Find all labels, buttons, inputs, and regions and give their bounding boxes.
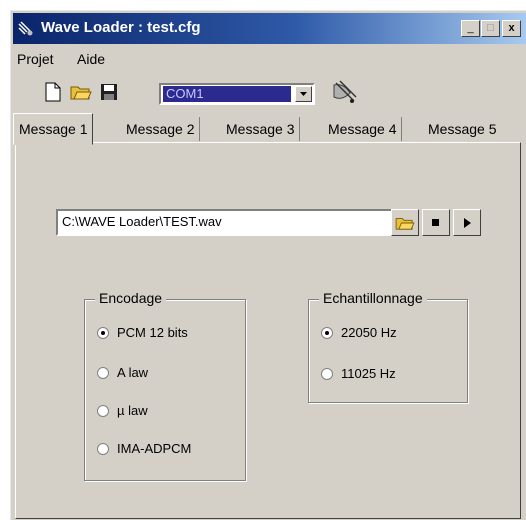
radio-empty-icon bbox=[97, 442, 109, 455]
app-window: Wave Loader : test.cfg _ □ x Projet Aide… bbox=[10, 10, 526, 520]
play-icon bbox=[464, 217, 471, 228]
radio-empty-icon bbox=[97, 404, 109, 417]
radio-label: 11025 Hz bbox=[341, 366, 396, 381]
minimize-button[interactable]: _ bbox=[461, 20, 480, 37]
title-bar[interactable]: Wave Loader : test.cfg _ □ x bbox=[13, 13, 526, 44]
encodage-label: Encodage bbox=[95, 290, 167, 306]
browse-file-button[interactable] bbox=[391, 209, 419, 236]
open-button[interactable] bbox=[69, 80, 93, 104]
stop-icon bbox=[432, 218, 439, 226]
file-path-field[interactable]: C:\WAVE Loader\TEST.wav bbox=[56, 209, 394, 236]
radio-ima-adpcm[interactable]: IMA-ADPCM bbox=[97, 441, 191, 456]
tab-message-2[interactable]: Message 2 bbox=[121, 117, 201, 141]
menu-aide[interactable]: Aide bbox=[77, 51, 105, 67]
toolbar: COM1 bbox=[13, 75, 526, 111]
radio-pcm-12-bits[interactable]: PCM 12 bits bbox=[97, 325, 188, 340]
radio-label: µ law bbox=[117, 403, 148, 418]
satellite-dish-icon bbox=[333, 80, 357, 103]
tab-panel: C:\WAVE Loader\TEST.wav Encodage PCM 12 … bbox=[15, 142, 521, 519]
radio-11025-hz[interactable]: 11025 Hz bbox=[321, 366, 396, 381]
save-disk-icon bbox=[101, 84, 117, 100]
satellite-dish-icon bbox=[18, 21, 33, 36]
echantillonnage-group: Echantillonnage 22050 Hz 11025 Hz bbox=[308, 290, 468, 403]
play-button[interactable] bbox=[453, 209, 481, 236]
radio-mu-law[interactable]: µ law bbox=[97, 403, 148, 418]
open-folder-icon bbox=[70, 86, 92, 100]
new-file-button[interactable] bbox=[41, 80, 65, 104]
save-button[interactable] bbox=[97, 80, 121, 104]
tab-strip: Message 1 Message 2 Message 3 Message 4 … bbox=[13, 113, 526, 145]
stop-button[interactable] bbox=[422, 209, 450, 236]
encodage-group: Encodage PCM 12 bits A law µ law IMA-ADP… bbox=[84, 290, 246, 481]
port-dropdown-button[interactable] bbox=[295, 86, 312, 102]
radio-label: IMA-ADPCM bbox=[117, 441, 192, 456]
new-file-icon bbox=[45, 82, 61, 102]
menu-projet[interactable]: Projet bbox=[17, 51, 54, 67]
tab-message-3[interactable]: Message 3 bbox=[221, 117, 301, 141]
radio-empty-icon bbox=[97, 366, 109, 379]
radio-22050-hz[interactable]: 22050 Hz bbox=[321, 325, 397, 340]
radio-selected-icon bbox=[321, 326, 333, 339]
chevron-down-icon bbox=[300, 92, 307, 96]
radio-label: A law bbox=[117, 365, 149, 380]
connect-button[interactable] bbox=[329, 80, 359, 104]
close-button[interactable]: x bbox=[502, 20, 521, 37]
maximize-button[interactable]: □ bbox=[481, 20, 500, 37]
radio-label: PCM 12 bits bbox=[117, 325, 188, 340]
menu-bar: Projet Aide bbox=[13, 47, 526, 73]
radio-empty-icon bbox=[321, 367, 333, 380]
port-select-value: COM1 bbox=[163, 86, 291, 102]
open-folder-icon bbox=[395, 217, 415, 230]
window-title: Wave Loader : test.cfg bbox=[41, 19, 201, 36]
tab-message-5[interactable]: Message 5 bbox=[423, 117, 501, 141]
radio-label: 22050 Hz bbox=[341, 325, 397, 340]
port-select[interactable]: COM1 bbox=[159, 83, 315, 105]
radio-selected-icon bbox=[97, 326, 109, 339]
echantillonnage-label: Echantillonnage bbox=[319, 290, 427, 306]
tab-message-1[interactable]: Message 1 bbox=[13, 113, 94, 145]
tab-message-4[interactable]: Message 4 bbox=[323, 117, 403, 141]
radio-a-law[interactable]: A law bbox=[97, 365, 148, 380]
